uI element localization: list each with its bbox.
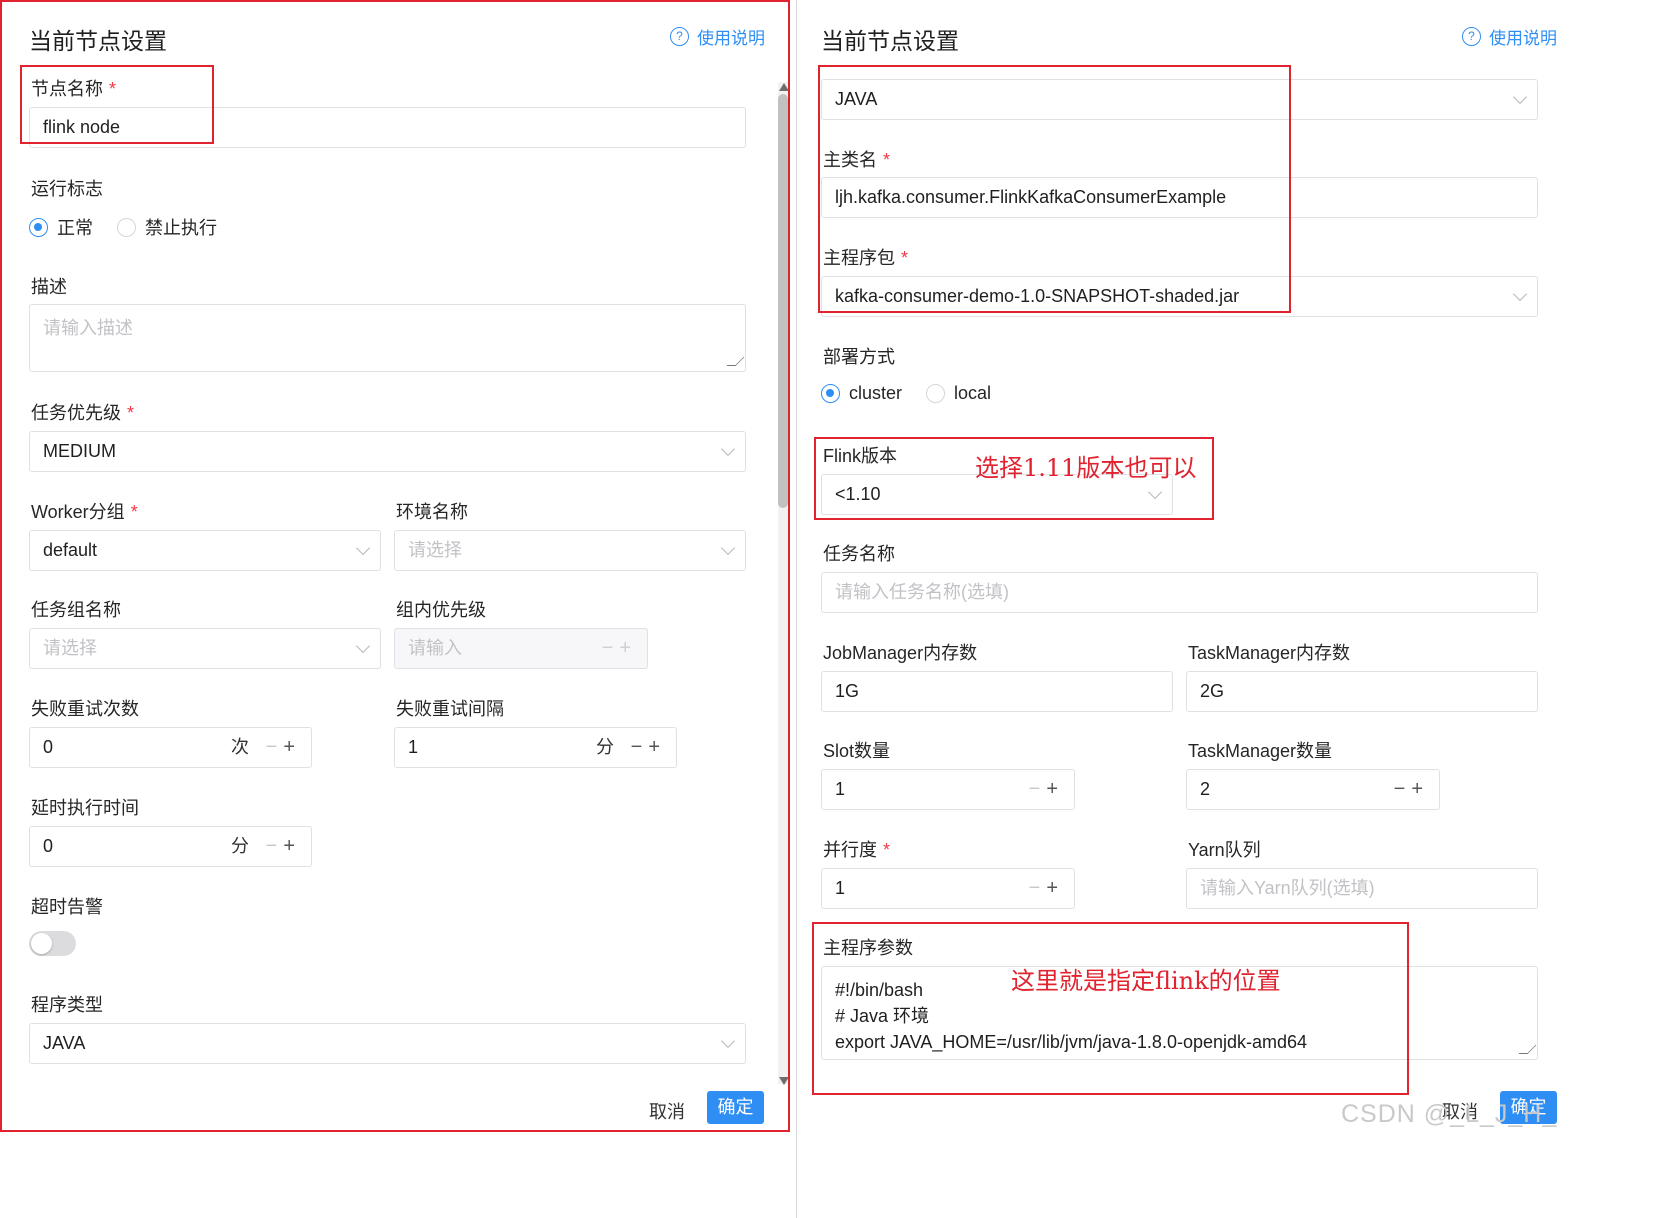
panel-title: 当前节点设置 [821,28,959,54]
plus-icon[interactable]: + [1046,877,1064,899]
csdn-watermark: CSDN @_L_J_H_ [1341,1100,1558,1128]
deploy-mode-cluster-radio[interactable]: cluster [821,383,902,404]
radio-unchecked-icon [926,384,946,403]
task-name-input[interactable]: 请输入任务名称(选填) [821,572,1538,613]
jobmanager-memory-input[interactable]: 1G [821,671,1173,712]
yarn-queue-label: Yarn队列 [1188,840,1261,860]
minus-icon[interactable]: − [1029,778,1047,800]
deploy-mode-local-radio[interactable]: local [926,383,991,404]
node-name-highlight-box [20,65,214,144]
parallelism-label: 并行度 * [823,840,891,860]
jobmanager-memory-label: JobManager内存数 [823,643,978,663]
stepper-buttons: −+ [1029,869,1064,908]
main-args-highlight-box [812,922,1409,1095]
right-node-settings-panel: 当前节点设置 ? 使用说明 JAVA 主类名 * ljh.kafka.consum… [796,0,1669,1218]
left-outline-highlight [0,0,790,1132]
deploy-mode-radio-group: cluster local [821,383,991,404]
plus-icon[interactable]: + [1046,778,1064,800]
radio-checked-icon [821,384,840,403]
slot-count-input[interactable]: 1 −+ [821,769,1075,810]
minus-icon[interactable]: − [1394,778,1412,800]
flink-version-annotation: 选择1.11版本也可以 [975,454,1197,482]
deploy-mode-label: 部署方式 [823,347,895,367]
slot-count-label: Slot数量 [823,741,891,761]
help-link-label: 使用说明 [1489,29,1557,48]
yarn-queue-input[interactable]: 请输入Yarn队列(选填) [1186,868,1538,909]
minus-icon[interactable]: − [1029,877,1047,899]
taskmanager-memory-input[interactable]: 2G [1186,671,1538,712]
main-class-package-highlight-box [818,65,1291,313]
help-link[interactable]: ? 使用说明 [1462,24,1557,49]
chevron-down-icon [1512,89,1528,105]
taskmanager-memory-label: TaskManager内存数 [1188,643,1351,663]
stepper-buttons: −+ [1394,770,1429,809]
taskmanager-count-input[interactable]: 2 −+ [1186,769,1440,810]
task-name-label: 任务名称 [823,544,895,564]
main-args-annotation: 这里就是指定flink的位置 [1011,967,1281,995]
stepper-buttons: −+ [1029,770,1064,809]
plus-icon[interactable]: + [1411,778,1429,800]
parallelism-input[interactable]: 1 −+ [821,868,1075,909]
help-circle-icon: ? [1462,27,1481,46]
chevron-down-icon [1512,286,1528,302]
left-node-settings-panel: 当前节点设置 ? 使用说明 节点名称 * flink node 运行标志 正常 禁… [0,0,790,1218]
taskmanager-count-label: TaskManager数量 [1188,741,1333,761]
